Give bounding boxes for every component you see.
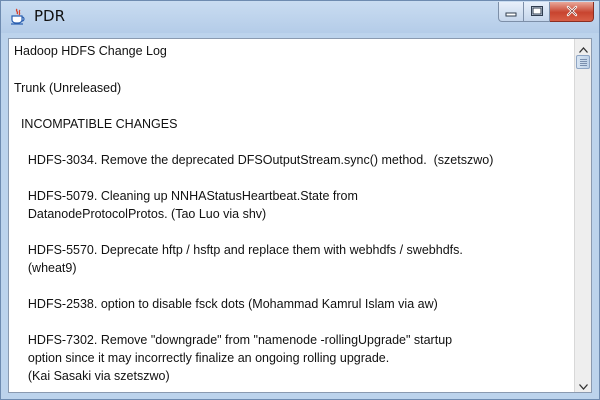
arrow-down-icon bbox=[578, 375, 588, 394]
vertical-scrollbar[interactable] bbox=[574, 39, 591, 392]
window-controls bbox=[498, 2, 594, 24]
maximize-button[interactable] bbox=[524, 2, 550, 22]
grip-line bbox=[580, 65, 587, 66]
title-bar[interactable]: PDR bbox=[1, 1, 599, 33]
close-icon bbox=[565, 2, 579, 21]
doc-title: Hadoop HDFS Change Log bbox=[14, 44, 167, 58]
app-window: PDR Hadoop HDFS Change Log Trunk (Unrele… bbox=[0, 0, 600, 400]
scroll-down-button[interactable] bbox=[575, 376, 591, 392]
change-entry-line: HDFS-5079. Cleaning up NNHAStatusHeartbe… bbox=[14, 189, 358, 203]
close-button[interactable] bbox=[550, 2, 594, 22]
grip-line bbox=[580, 61, 587, 62]
change-entry-line: option since it may incorrectly finalize… bbox=[14, 351, 390, 365]
section-heading: Trunk (Unreleased) bbox=[14, 81, 122, 95]
change-entry-line: HDFS-2538. option to disable fsck dots (… bbox=[14, 297, 438, 311]
change-entry-line: (wheat9) bbox=[14, 261, 77, 275]
scroll-up-button[interactable] bbox=[575, 39, 591, 55]
change-entry-line: HDFS-3034. Remove the deprecated DFSOutp… bbox=[14, 153, 494, 167]
grip-line bbox=[580, 59, 587, 60]
change-entry-line: HDFS-7302. Remove "downgrade" from "name… bbox=[14, 333, 453, 347]
maximize-icon bbox=[530, 2, 544, 21]
minimize-button[interactable] bbox=[498, 2, 524, 22]
change-entry-line: DatanodeProtocolProtos. (Tao Luo via shv… bbox=[14, 207, 267, 221]
arrow-up-icon bbox=[578, 38, 588, 57]
text-viewer[interactable]: Hadoop HDFS Change Log Trunk (Unreleased… bbox=[8, 38, 592, 393]
minimize-icon bbox=[505, 2, 517, 21]
change-log-text[interactable]: Hadoop HDFS Change Log Trunk (Unreleased… bbox=[9, 39, 574, 392]
grip-line bbox=[580, 63, 587, 64]
window-title: PDR bbox=[34, 7, 66, 25]
scroll-thumb[interactable] bbox=[576, 55, 590, 69]
change-entry-line: HDFS-5570. Deprecate hftp / hsftp and re… bbox=[14, 243, 463, 257]
subsection-heading: INCOMPATIBLE CHANGES bbox=[14, 117, 178, 131]
change-entry-line: (Kai Sasaki via szetszwo) bbox=[14, 369, 170, 383]
java-cup-icon bbox=[10, 8, 26, 25]
